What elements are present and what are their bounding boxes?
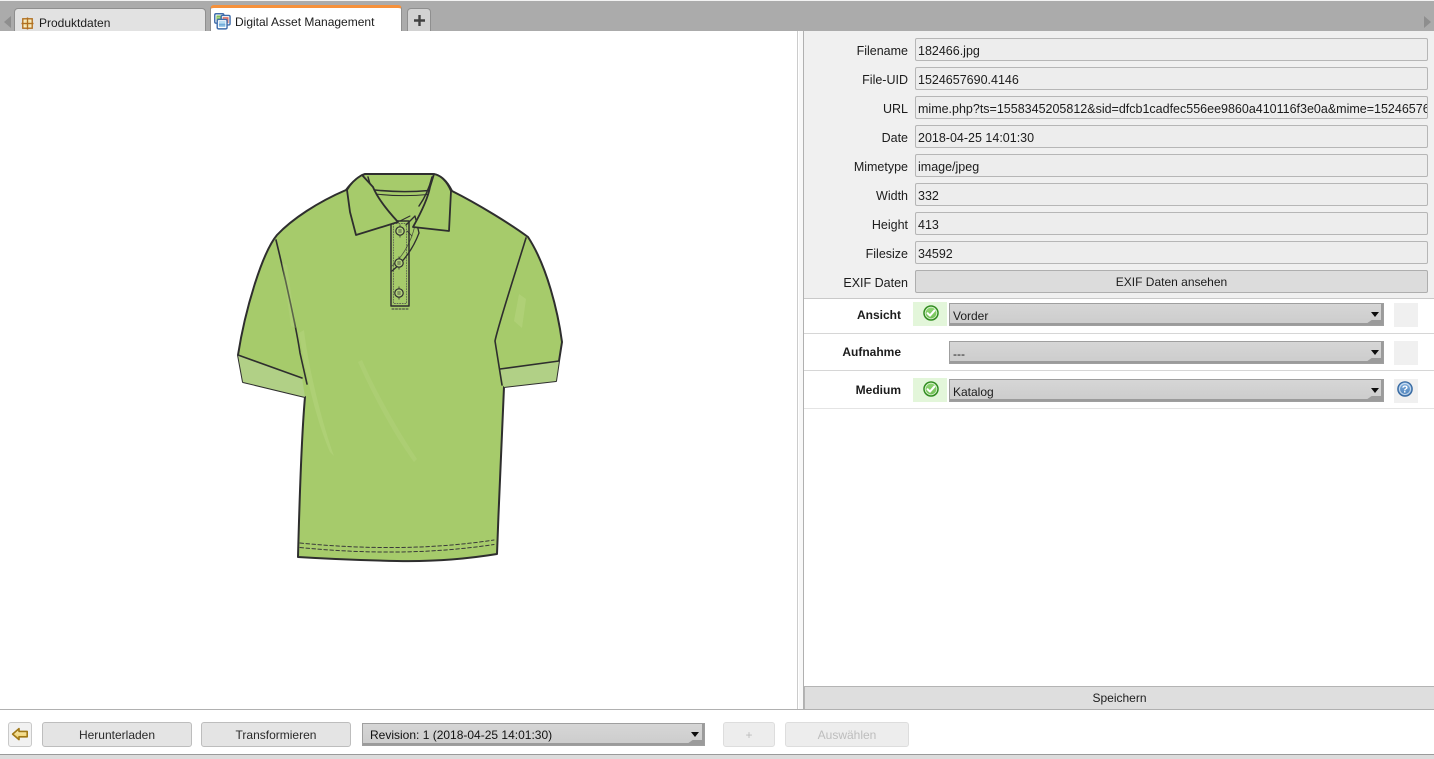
svg-text:?: ?: [1402, 384, 1408, 396]
